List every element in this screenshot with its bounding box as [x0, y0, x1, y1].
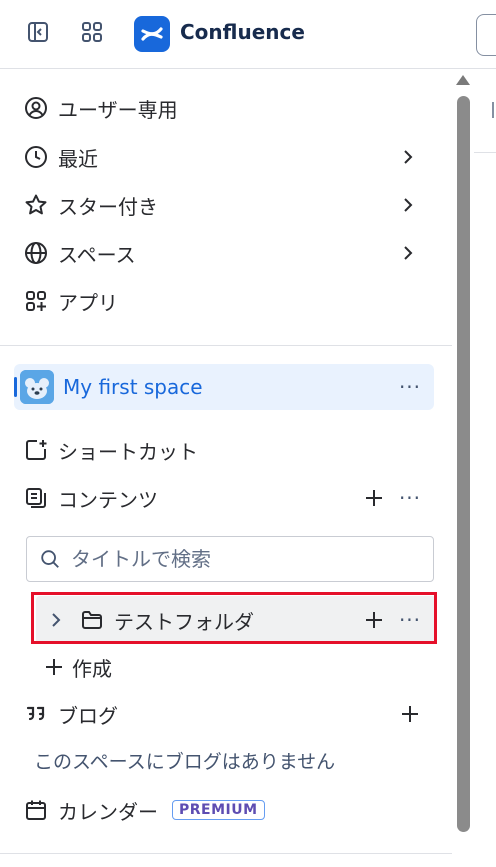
add-blog-icon[interactable]: [396, 700, 424, 728]
nav-item-spaces[interactable]: スペース: [14, 231, 434, 275]
space-item-my-first-space[interactable]: My first space: [14, 364, 434, 410]
title-search-box[interactable]: [26, 536, 434, 582]
scrollbar-thumb[interactable]: [457, 96, 470, 832]
nav-item-apps[interactable]: アプリ: [14, 279, 434, 323]
add-content-icon[interactable]: [360, 484, 388, 512]
content-pages-icon: [22, 484, 50, 512]
nav-item-label: スペース: [58, 242, 136, 267]
chevron-right-icon[interactable]: [396, 145, 420, 169]
user-circle-icon: [22, 94, 50, 122]
premium-badge: PREMIUM: [172, 800, 265, 820]
title-search-input[interactable]: [69, 546, 413, 572]
search-icon: [39, 548, 61, 570]
nav-item-label: ショートカット: [58, 439, 198, 464]
nav-item-label: ユーザー専用: [58, 97, 178, 122]
nav-item-shortcuts[interactable]: ショートカット: [14, 428, 434, 472]
highlight-box: [31, 592, 437, 644]
selected-indicator: [14, 377, 17, 397]
content-divider: [474, 152, 496, 153]
divider: [0, 853, 452, 854]
nav-item-for-you[interactable]: ユーザー専用: [14, 86, 434, 130]
nav-item-label: 最近: [58, 146, 98, 171]
nav-item-blog[interactable]: ブログ: [14, 692, 434, 736]
sidebar: ユーザー専用 最近 スター付き スペース アプリ My first space …: [0, 69, 452, 867]
plus-icon: [44, 657, 64, 677]
chevron-right-icon[interactable]: [396, 193, 420, 217]
divider: [0, 345, 452, 346]
globe-icon: [22, 239, 50, 267]
space-more-icon[interactable]: ···: [396, 373, 424, 401]
nav-item-starred[interactable]: スター付き: [14, 183, 434, 227]
content-more-icon[interactable]: ···: [396, 484, 424, 512]
blog-empty-message: このスペースにブログはありません: [34, 751, 336, 773]
main-content-edge: [474, 69, 496, 867]
global-search-button[interactable]: [476, 14, 496, 56]
chevron-right-icon[interactable]: [396, 241, 420, 265]
sidebar-toggle-icon[interactable]: [24, 18, 52, 46]
nav-item-recent[interactable]: 最近: [14, 135, 434, 179]
scroll-up-arrow-icon[interactable]: [456, 75, 470, 85]
nav-item-label: コンテンツ: [58, 487, 158, 512]
app-switcher-icon[interactable]: [78, 18, 106, 46]
calendar-icon: [22, 796, 50, 824]
confluence-logo[interactable]: [134, 16, 170, 52]
quote-icon: [22, 700, 50, 728]
top-navigation-bar: Confluence: [0, 0, 496, 69]
create-label: 作成: [72, 656, 112, 681]
star-icon: [22, 191, 50, 219]
nav-item-label: アプリ: [58, 290, 118, 315]
app-name[interactable]: Confluence: [180, 20, 305, 44]
space-name: My first space: [63, 375, 203, 399]
apps-add-icon: [22, 287, 50, 315]
create-button[interactable]: 作成: [44, 647, 112, 687]
nav-item-label: スター付き: [58, 194, 158, 219]
nav-item-calendar[interactable]: カレンダー PREMIUM: [14, 788, 434, 832]
nav-item-label: ブログ: [58, 703, 118, 728]
shortcut-add-icon: [22, 436, 50, 464]
clock-icon: [22, 143, 50, 171]
nav-item-label: カレンダー: [58, 799, 158, 824]
content-edge-marker: [492, 102, 494, 118]
space-avatar-icon: [20, 370, 54, 404]
